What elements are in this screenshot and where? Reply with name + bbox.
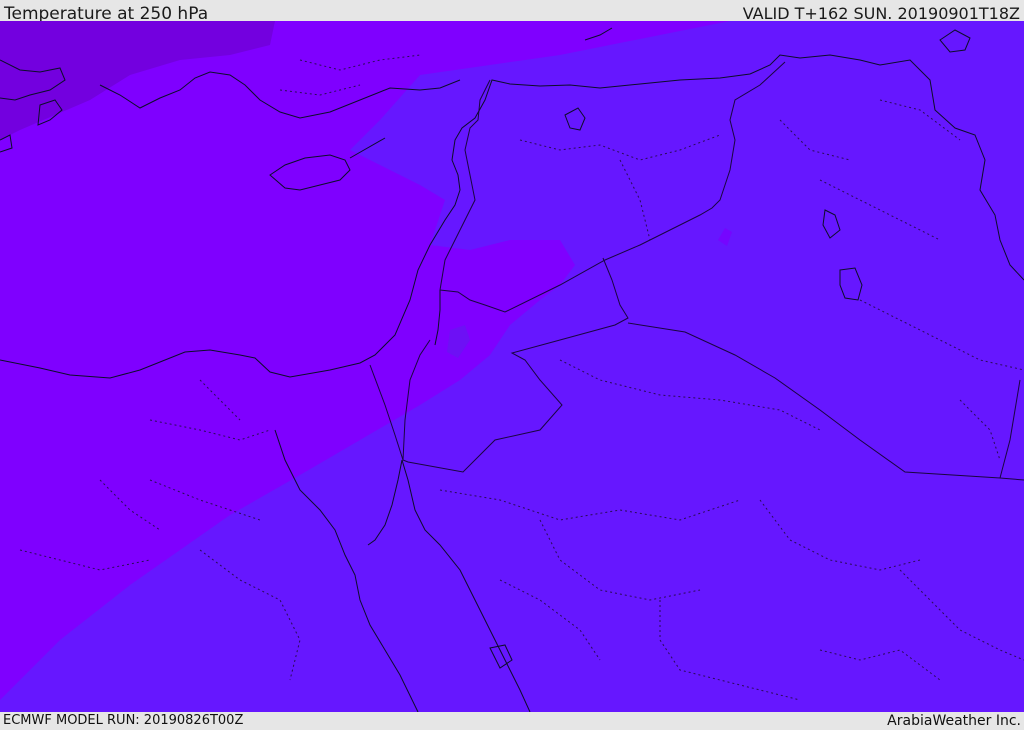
credit-label: ArabiaWeather Inc. <box>887 713 1021 729</box>
footer-bar: ECMWF MODEL RUN: 20190826T00Z ArabiaWeat… <box>0 712 1024 729</box>
model-run-label: ECMWF MODEL RUN: 20190826T00Z <box>3 713 244 728</box>
weather-map[interactable] <box>0 21 1024 712</box>
header-bar: Temperature at 250 hPa VALID T+162 SUN. … <box>0 0 1024 24</box>
